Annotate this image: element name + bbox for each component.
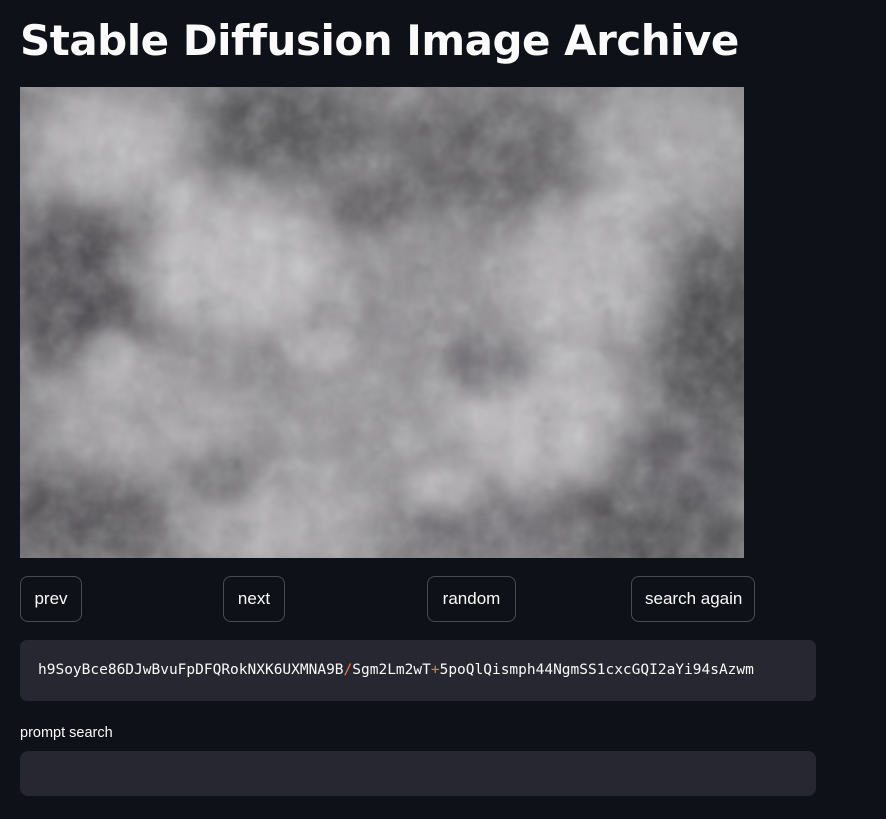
search-again-button[interactable]: search again [631, 576, 755, 622]
prompt-search-label: prompt search [20, 725, 113, 741]
image-id-part-2: Sgm2Lm2wT [352, 662, 431, 678]
image-id-part-1: h9SoyBce86DJwBvuFpDFQRokNXK6UXMNA9B [38, 662, 344, 678]
generated-image [20, 87, 744, 558]
image-id-part-3: 5poQlQismph44NgmSS1cxcGQI2aYi94sAzwm [439, 662, 754, 678]
image-id-separator-plus: + [430, 662, 440, 678]
image-id-separator-slash: / [343, 662, 353, 678]
image-id-code-block: h9SoyBce86DJwBvuFpDFQRokNXK6UXMNA9B/Sgm2… [20, 640, 816, 701]
next-button[interactable]: next [223, 576, 285, 622]
prev-button[interactable]: prev [20, 576, 82, 622]
image-id-code: h9SoyBce86DJwBvuFpDFQRokNXK6UXMNA9B/Sgm2… [38, 660, 754, 680]
random-button[interactable]: random [427, 576, 516, 622]
archive-image [20, 87, 744, 558]
prompt-search-input[interactable] [20, 751, 816, 796]
page-title: Stable Diffusion Image Archive [20, 16, 739, 65]
